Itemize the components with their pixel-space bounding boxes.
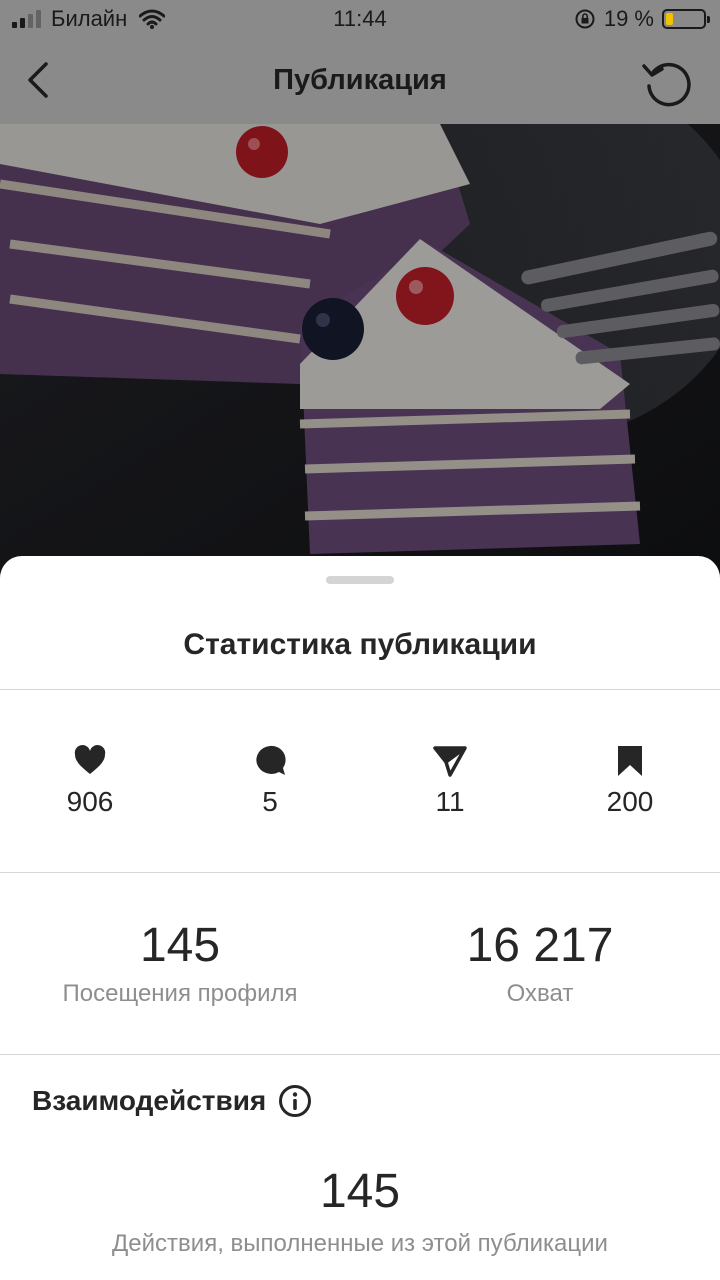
divider	[0, 872, 720, 873]
heart-icon	[74, 745, 106, 774]
divider	[0, 689, 720, 690]
metric-saves: 200	[540, 744, 720, 818]
profile-visits-stat: 145 Посещения профиля	[0, 918, 360, 1008]
app-header: Публикация	[0, 40, 720, 124]
refresh-icon[interactable]	[640, 54, 696, 110]
status-bar: Билайн 11:44 19 %	[0, 0, 720, 40]
battery-percent: 19 %	[603, 6, 654, 31]
comment-icon	[256, 745, 286, 775]
insights-sheet: Статистика публикации 906 5 11 200 145 П…	[0, 556, 720, 1280]
reach-stat: 16 217 Охват	[360, 918, 720, 1008]
metric-likes: 906	[0, 744, 180, 818]
reach-label: Охват	[506, 980, 574, 1007]
rotation-lock-icon	[575, 9, 595, 29]
info-icon[interactable]	[278, 1084, 312, 1118]
cake-illustration	[0, 124, 720, 574]
comments-count: 5	[262, 786, 278, 817]
metric-shares: 11	[360, 744, 540, 818]
bookmark-icon	[618, 746, 642, 776]
interactions-stat: 145 Действия, выполненные из этой публик…	[0, 1164, 720, 1258]
interactions-section-header: Взаимодействия	[32, 1084, 312, 1118]
engagement-metrics: 906 5 11 200	[0, 744, 720, 824]
sheet-grabber[interactable]	[326, 576, 394, 584]
profile-visits-label: Посещения профиля	[62, 980, 298, 1007]
page-title: Публикация	[273, 64, 447, 96]
interactions-value: 145	[319, 1165, 401, 1218]
metric-comments: 5	[180, 744, 360, 818]
divider	[0, 1054, 720, 1055]
interactions-label: Действия, выполненные из этой публикации	[112, 1230, 608, 1257]
post-photo[interactable]	[0, 124, 720, 574]
reach-value: 16 217	[466, 919, 614, 972]
sheet-title: Статистика публикации	[183, 628, 537, 661]
profile-visits-value: 145	[139, 919, 221, 972]
interactions-title: Взаимодействия	[32, 1085, 267, 1116]
summary-stats: 145 Посещения профиля 16 217 Охват	[0, 918, 720, 1018]
battery-icon	[662, 9, 710, 29]
likes-count: 906	[66, 786, 114, 817]
shares-count: 11	[435, 786, 465, 817]
saves-count: 200	[606, 786, 654, 817]
send-icon	[433, 746, 467, 777]
battery-level	[666, 13, 673, 25]
